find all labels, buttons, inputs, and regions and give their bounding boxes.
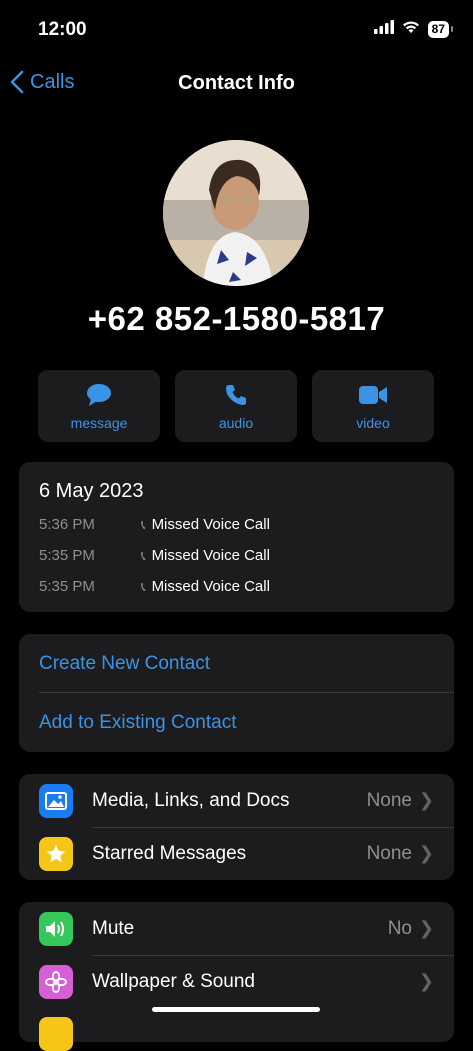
quick-actions: message audio video (38, 370, 434, 442)
contact-avatar[interactable] (163, 140, 309, 286)
row-value: No (387, 917, 412, 939)
message-button[interactable]: message (38, 370, 160, 442)
call-time: 5:35 PM (39, 578, 95, 595)
call-log-entry: 5:36 PM 📞︎ Missed Voice Call (39, 516, 270, 533)
wallpaper-sound-row[interactable]: Wallpaper & Sound ❯ (19, 955, 454, 1008)
message-icon (86, 381, 112, 409)
media-section-card: Media, Links, and Docs None ❯ Starred Me… (19, 774, 454, 880)
divider (39, 692, 454, 693)
contact-phone-number: +62 852-1580-5817 (87, 300, 386, 337)
flower-icon (39, 964, 73, 999)
call-phone-icon: 📞︎ (141, 547, 146, 563)
call-log-card: 6 May 2023 5:36 PM 📞︎ Missed Voice Call … (19, 462, 454, 612)
call-phone-icon: 📞︎ (141, 578, 146, 594)
row-label: Starred Messages (92, 842, 247, 864)
call-time: 5:36 PM (39, 516, 95, 533)
call-time: 5:35 PM (39, 547, 95, 564)
chevron-right-icon: ❯ (418, 790, 434, 810)
battery-indicator: 87 (427, 21, 454, 38)
audio-call-button[interactable]: audio (175, 370, 297, 442)
chevron-right-icon: ❯ (418, 843, 434, 863)
row-label: Wallpaper & Sound (92, 970, 256, 992)
status-time: 12:00 (38, 19, 87, 40)
message-label: message (70, 415, 128, 431)
call-type: Missed Voice Call (151, 578, 270, 595)
chevron-right-icon: ❯ (418, 918, 434, 938)
audio-label: audio (218, 415, 254, 431)
row-label: Media, Links, and Docs (92, 789, 290, 811)
chevron-right-icon: ❯ (418, 971, 434, 991)
video-call-button[interactable]: video (312, 370, 434, 442)
partial-row-icon (39, 1017, 73, 1051)
video-icon (358, 381, 388, 409)
nav-bar: Calls Contact Info (0, 60, 473, 110)
call-log-date: 6 May 2023 (39, 480, 144, 502)
call-log-entry: 5:35 PM 📞︎ Missed Voice Call (39, 578, 270, 595)
call-type: Missed Voice Call (151, 547, 270, 564)
cellular-signal-icon (373, 20, 394, 39)
contact-actions-card: Create New Contact Add to Existing Conta… (19, 634, 454, 752)
call-type: Missed Voice Call (151, 516, 270, 533)
wifi-icon (402, 20, 420, 39)
home-indicator[interactable] (152, 1007, 320, 1012)
create-new-contact-button[interactable]: Create New Contact (39, 653, 210, 675)
media-links-docs-row[interactable]: Media, Links, and Docs None ❯ (19, 774, 454, 827)
avatar-photo (163, 140, 309, 286)
call-log-entry: 5:35 PM 📞︎ Missed Voice Call (39, 547, 270, 564)
row-value: None (366, 789, 412, 811)
settings-section-card: Mute No ❯ Wallpaper & Sound ❯ (19, 902, 454, 1051)
phone-icon (224, 381, 248, 409)
row-label: Mute (92, 917, 135, 939)
status-icons: 87 (373, 20, 454, 39)
video-label: video (356, 415, 390, 431)
row-value: None (366, 842, 412, 864)
page-title: Contact Info (178, 72, 295, 94)
photo-icon (39, 783, 73, 818)
starred-messages-row[interactable]: Starred Messages None ❯ (19, 827, 454, 880)
mute-row[interactable]: Mute No ❯ (19, 902, 454, 955)
status-bar: 12:00 87 (0, 0, 473, 60)
speaker-icon (39, 911, 73, 946)
add-to-existing-contact-button[interactable]: Add to Existing Contact (39, 712, 237, 734)
star-icon (39, 836, 73, 871)
call-phone-icon: 📞︎ (141, 516, 146, 532)
